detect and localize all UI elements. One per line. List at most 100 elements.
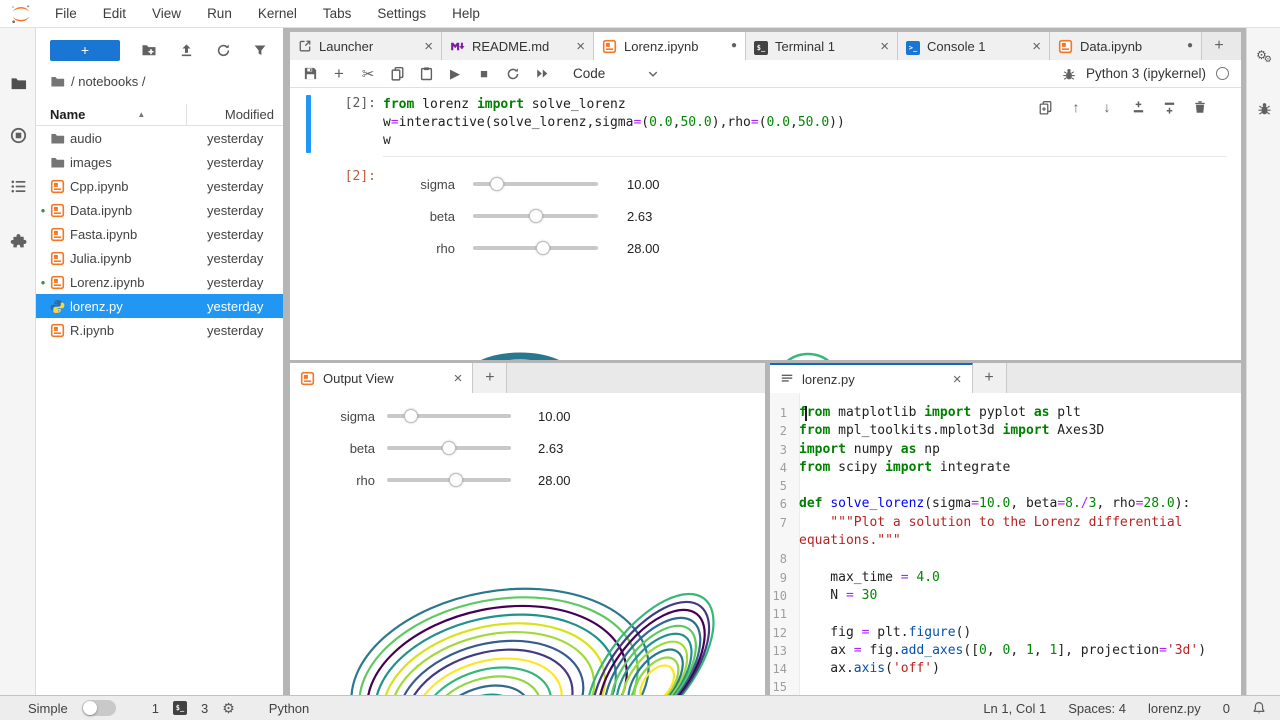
close-icon[interactable]: × — [880, 39, 889, 54]
slider-handle[interactable] — [449, 473, 463, 487]
slider-label: rho — [290, 473, 375, 488]
menu-item-tabs[interactable]: Tabs — [310, 0, 365, 28]
extension-manager-icon[interactable] — [0, 224, 36, 258]
debugger-bug-icon[interactable] — [1062, 67, 1076, 81]
new-tab-icon[interactable]: + — [473, 363, 507, 393]
menu-item-run[interactable]: Run — [194, 0, 245, 28]
file-row[interactable]: audioyesterday — [36, 126, 283, 150]
menubar: FileEditViewRunKernelTabsSettingsHelp — [0, 0, 1280, 28]
file-browser-icon[interactable] — [0, 66, 36, 100]
spaces-indicator[interactable]: Spaces: 4 — [1068, 701, 1126, 716]
table-of-contents-icon[interactable] — [0, 169, 36, 203]
save-icon[interactable] — [298, 62, 322, 86]
line-number: 12 — [770, 624, 794, 642]
slider-handle[interactable] — [536, 241, 550, 255]
add-cell-icon[interactable]: + — [327, 62, 351, 86]
notebook-icon — [602, 39, 617, 54]
slider-label: beta — [290, 209, 455, 224]
paste-cells-icon[interactable] — [414, 62, 438, 86]
kernel-name[interactable]: Python 3 (ipykernel) — [1086, 66, 1206, 81]
running-sessions-icon[interactable] — [0, 118, 36, 152]
menu-item-settings[interactable]: Settings — [364, 0, 439, 28]
slider-track[interactable] — [387, 446, 511, 450]
notebook-content[interactable]: [2]: from lorenz import solve_lorenzw=in… — [290, 88, 1241, 360]
dock-tab-lorenz-ipynb[interactable]: Lorenz.ipynb● — [594, 32, 746, 60]
delete-cell-icon[interactable] — [1189, 96, 1211, 118]
property-inspector-icon[interactable]: ⚙⚙ — [1247, 40, 1280, 70]
cut-cells-icon[interactable]: ✂ — [356, 62, 380, 86]
slider-track[interactable] — [473, 214, 598, 218]
dock-tab-launcher[interactable]: Launcher× — [290, 32, 442, 60]
file-row[interactable]: imagesyesterday — [36, 150, 283, 174]
simple-mode-toggle[interactable] — [82, 700, 116, 716]
code-editor[interactable]: 1from matplotlib import pyplot as plt2fr… — [770, 393, 1241, 695]
insert-cell-below-icon[interactable] — [1158, 96, 1180, 118]
menu-item-kernel[interactable]: Kernel — [245, 0, 310, 28]
slider-handle[interactable] — [529, 209, 543, 223]
language-mode[interactable]: Python — [269, 701, 309, 716]
slider-handle[interactable] — [442, 441, 456, 455]
menu-item-edit[interactable]: Edit — [90, 0, 139, 28]
file-modified: yesterday — [207, 155, 283, 170]
chevron-down-icon — [647, 68, 659, 80]
upload-icon[interactable] — [178, 42, 194, 58]
debugger-sidebar-icon[interactable] — [1247, 93, 1280, 123]
insert-cell-above-icon[interactable] — [1127, 96, 1149, 118]
close-icon[interactable]: × — [454, 370, 463, 387]
close-icon[interactable]: × — [953, 371, 962, 388]
file-row[interactable]: R.ipynbyesterday — [36, 318, 283, 342]
new-launcher-button[interactable]: + — [50, 40, 120, 61]
terminal-count[interactable]: 1 — [152, 701, 159, 716]
file-row[interactable]: Cpp.ipynbyesterday — [36, 174, 283, 198]
run-cell-icon[interactable]: ▶ — [443, 62, 467, 86]
tab-lorenz-py[interactable]: lorenz.py × — [770, 363, 973, 393]
slider-track[interactable] — [473, 246, 598, 250]
line-col-indicator[interactable]: Ln 1, Col 1 — [983, 701, 1046, 716]
column-name[interactable]: Name ▲ — [50, 107, 145, 122]
notebook-toolbar: + ✂ ▶ ■ Code Py — [290, 60, 1241, 88]
slider-handle[interactable] — [490, 177, 504, 191]
dock-tab-console-1[interactable]: >_Console 1× — [898, 32, 1050, 60]
bell-icon[interactable] — [1252, 701, 1266, 715]
refresh-icon[interactable] — [215, 42, 231, 58]
file-row[interactable]: Julia.ipynbyesterday — [36, 246, 283, 270]
slider-track[interactable] — [473, 182, 598, 186]
file-row[interactable]: ●Lorenz.ipynbyesterday — [36, 270, 283, 294]
slider-row: beta2.63 — [290, 432, 571, 464]
file-row[interactable]: lorenz.pyyesterday — [36, 294, 283, 318]
duplicate-cell-icon[interactable] — [1034, 96, 1056, 118]
tab-output-view[interactable]: Output View × — [290, 363, 473, 393]
menu-item-file[interactable]: File — [42, 0, 90, 28]
close-icon[interactable]: × — [1032, 39, 1041, 54]
stop-kernel-icon[interactable]: ■ — [472, 62, 496, 86]
menu-item-help[interactable]: Help — [439, 0, 493, 28]
restart-run-all-icon[interactable] — [530, 62, 554, 86]
breadcrumb[interactable]: / notebooks / — [50, 74, 145, 89]
new-tab-icon[interactable]: + — [1202, 32, 1236, 60]
move-cell-up-icon[interactable]: ↑ — [1065, 96, 1087, 118]
cell-type-dropdown[interactable]: Code — [573, 66, 659, 81]
move-cell-down-icon[interactable]: ↓ — [1096, 96, 1118, 118]
kernel-status-icon[interactable] — [1216, 67, 1229, 80]
slider-track[interactable] — [387, 414, 511, 418]
editor-line: 9 max_time = 4.0 — [770, 569, 1241, 587]
notification-count[interactable]: 0 — [1223, 701, 1230, 716]
menu-item-view[interactable]: View — [139, 0, 194, 28]
new-folder-icon[interactable] — [141, 42, 157, 58]
file-row[interactable]: ●Data.ipynbyesterday — [36, 198, 283, 222]
dock-tab-data-ipynb[interactable]: Data.ipynb● — [1050, 32, 1202, 60]
filter-icon[interactable] — [252, 42, 268, 58]
new-tab-icon[interactable]: + — [973, 363, 1007, 393]
kernel-count[interactable]: 3 — [201, 701, 208, 716]
restart-kernel-icon[interactable] — [501, 62, 525, 86]
close-icon[interactable]: × — [424, 39, 433, 54]
dock-tab-readme-md[interactable]: README.md× — [442, 32, 594, 60]
line-source — [794, 550, 807, 568]
dock-tab-terminal-1[interactable]: $_Terminal 1× — [746, 32, 898, 60]
column-modified[interactable]: Modified — [186, 104, 274, 125]
file-row[interactable]: Fasta.ipynbyesterday — [36, 222, 283, 246]
copy-cells-icon[interactable] — [385, 62, 409, 86]
close-icon[interactable]: × — [576, 39, 585, 54]
slider-handle[interactable] — [404, 409, 418, 423]
slider-track[interactable] — [387, 478, 511, 482]
